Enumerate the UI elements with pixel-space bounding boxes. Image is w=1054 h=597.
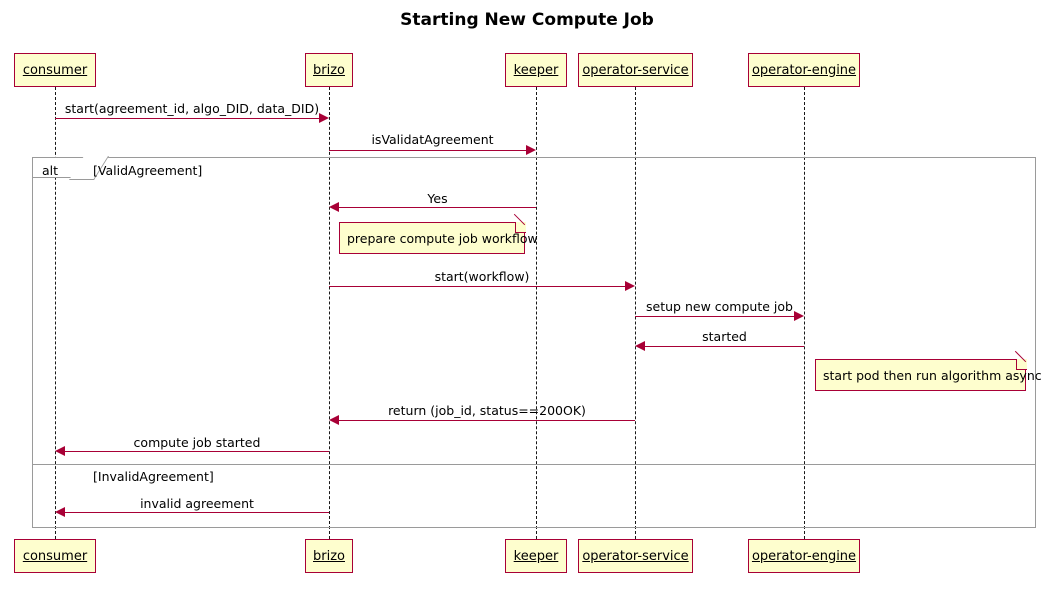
participant-box-brizo-bottom[interactable]: brizo: [305, 539, 353, 573]
participant-label: brizo: [313, 548, 345, 564]
participant-label: keeper: [513, 548, 559, 564]
message-line-yes: [339, 207, 536, 208]
participant-label: operator-engine: [751, 548, 857, 564]
note-prepare-compute-job-workflow: prepare compute job workflow: [339, 222, 538, 254]
message-arrowhead-setup-new-compute-job: [794, 311, 804, 321]
participant-label: consumer: [22, 548, 88, 564]
message-line-started: [645, 346, 804, 347]
participant-label: consumer: [22, 62, 88, 78]
message-arrowhead-is-valid-agreement: [526, 145, 536, 155]
page-title: Starting New Compute Job: [400, 10, 654, 30]
message-line-invalid-agreement: [65, 512, 329, 513]
message-label-compute-job-started: compute job started: [133, 435, 261, 450]
participant-box-consumer-top[interactable]: consumer: [14, 53, 96, 87]
message-label-return-job-id: return (job_id, status==200OK): [388, 403, 586, 418]
message-line-compute-job-started: [65, 451, 329, 452]
alt-guard-invalid-agreement: [InvalidAgreement]: [93, 469, 214, 484]
message-line-is-valid-agreement: [329, 150, 526, 151]
message-line-setup-new-compute-job: [635, 316, 794, 317]
message-arrowhead-invalid-agreement: [55, 507, 65, 517]
message-arrowhead-start-agreement: [319, 113, 329, 123]
message-line-return-job-id: [339, 420, 635, 421]
message-arrowhead-return-job-id: [329, 415, 339, 425]
message-label-is-valid-agreement: isValidatAgreement: [371, 132, 494, 147]
participant-box-consumer-bottom[interactable]: consumer: [14, 539, 96, 573]
participant-box-brizo-top[interactable]: brizo: [305, 53, 353, 87]
alt-fragment-divider: [32, 464, 1036, 465]
note-text: start pod then run algorithm async: [823, 367, 1042, 383]
participant-box-operator-service-bottom[interactable]: operator-service: [578, 539, 693, 573]
participant-label: operator-service: [582, 548, 689, 564]
participant-box-operator-engine-top[interactable]: operator-engine: [748, 53, 860, 87]
note-start-pod-run-algorithm-async: start pod then run algorithm async: [815, 359, 1042, 391]
participant-label: operator-service: [582, 62, 689, 78]
participant-label: keeper: [513, 62, 559, 78]
message-arrowhead-started: [635, 341, 645, 351]
alt-guard-valid-agreement: [ValidAgreement]: [93, 163, 203, 178]
message-label-started: started: [702, 329, 747, 344]
message-arrowhead-yes: [329, 202, 339, 212]
participant-box-operator-service-top[interactable]: operator-service: [578, 53, 693, 87]
participant-label: operator-engine: [751, 62, 857, 78]
message-label-setup-new-compute-job: setup new compute job: [646, 299, 793, 314]
message-arrowhead-start-workflow: [625, 281, 635, 291]
participant-box-keeper-top[interactable]: keeper: [505, 53, 567, 87]
sequence-diagram: Starting New Compute Job consumer brizo …: [0, 0, 1054, 597]
message-label-start-agreement: start(agreement_id, algo_DID, data_DID): [64, 101, 320, 116]
message-label-invalid-agreement: invalid agreement: [140, 496, 254, 511]
message-line-start-agreement: [55, 118, 319, 119]
participant-box-operator-engine-bottom[interactable]: operator-engine: [748, 539, 860, 573]
message-line-start-workflow: [329, 286, 625, 287]
message-label-yes: Yes: [427, 191, 448, 206]
participant-box-keeper-bottom[interactable]: keeper: [505, 539, 567, 573]
participant-label: brizo: [313, 62, 345, 78]
message-label-start-workflow: start(workflow): [434, 269, 530, 284]
alt-fragment-operator-label: alt: [42, 163, 59, 178]
note-text: prepare compute job workflow: [347, 230, 538, 246]
message-arrowhead-compute-job-started: [55, 446, 65, 456]
